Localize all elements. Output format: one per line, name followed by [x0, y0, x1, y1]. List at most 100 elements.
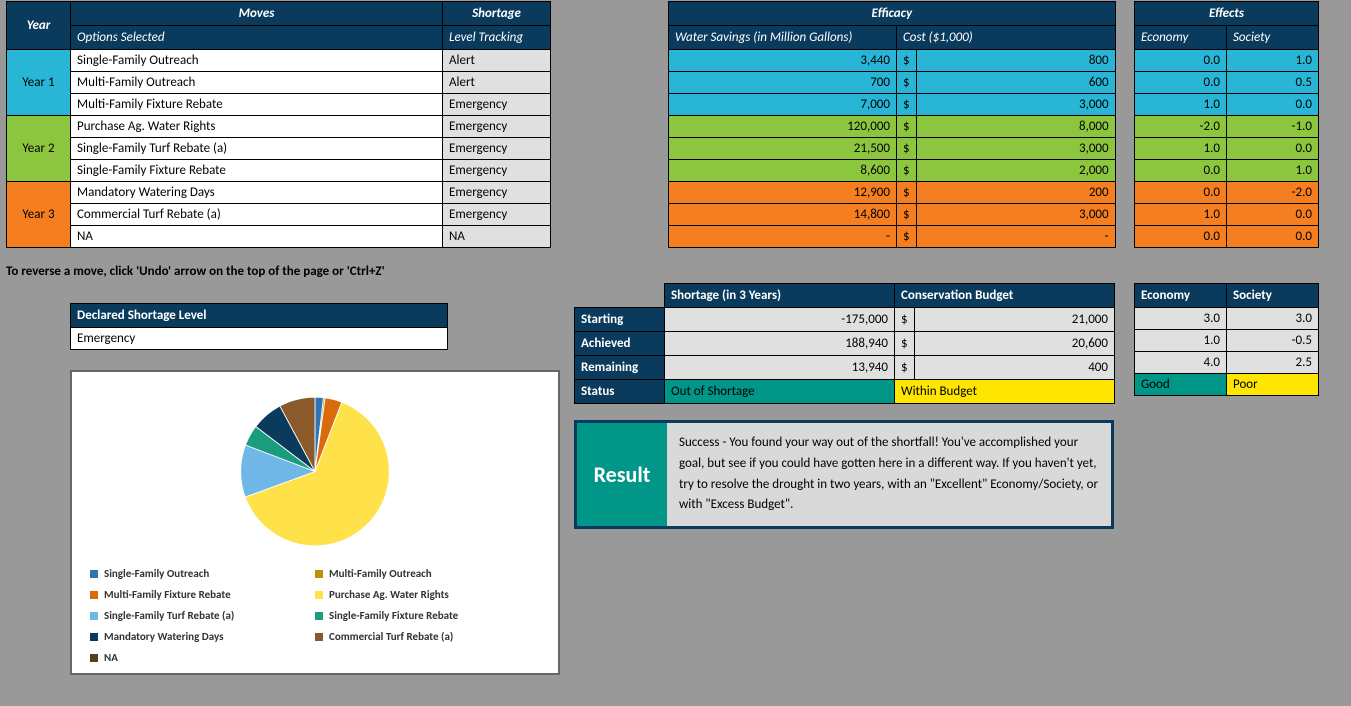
legend-item: Mandatory Watering Days — [90, 630, 315, 643]
econ-cell: -2.0 — [1135, 116, 1227, 138]
pie-svg — [225, 384, 405, 559]
starting-shortage: -175,000 — [665, 308, 895, 332]
legend-item: Multi-Family Fixture Rebate — [90, 588, 315, 601]
legend-label: Mandatory Watering Days — [104, 630, 223, 643]
year-label: Year 1 — [7, 50, 71, 116]
water-savings-header: Water Savings (in Million Gallons) — [669, 26, 897, 50]
dollar-sign: $ — [895, 308, 915, 332]
achieved-label: Achieved — [575, 332, 665, 356]
savings-cell: 8,600 — [669, 160, 897, 182]
option-cell: NA — [71, 226, 443, 248]
dollar-sign: $ — [897, 116, 917, 138]
legend-label: Commercial Turf Rebate (a) — [329, 630, 453, 643]
econ-society-summary: Economy Society 3.0 3.0 1.0 -0.5 4.0 2.5… — [1134, 283, 1319, 396]
tracking-cell: Emergency — [443, 138, 551, 160]
option-cell: Single-Family Turf Rebate (a) — [71, 138, 443, 160]
dollar-sign: $ — [897, 94, 917, 116]
moves-header: Moves — [71, 2, 443, 26]
legend-item: Single-Family Turf Rebate (a) — [90, 609, 315, 622]
legend-label: Single-Family Turf Rebate (a) — [104, 609, 234, 622]
soc-cell: 0.0 — [1227, 138, 1319, 160]
effects-header: Effects — [1135, 2, 1319, 26]
econ-cell: 0.0 — [1135, 50, 1227, 72]
cost-cell: 200 — [916, 182, 1115, 204]
dollar-sign: $ — [895, 332, 915, 356]
options-selected-header: Options Selected — [71, 26, 443, 50]
result-box: Result Success - You found your way out … — [574, 420, 1114, 529]
remaining-shortage: 13,940 — [665, 356, 895, 380]
dollar-sign: $ — [897, 50, 917, 72]
year-label: Year 2 — [7, 116, 71, 182]
tracking-cell: Emergency — [443, 204, 551, 226]
tracking-cell: Alert — [443, 72, 551, 94]
budget-header: Conservation Budget — [895, 284, 1115, 308]
declared-shortage-label: Declared Shortage Level — [71, 304, 448, 328]
effects-table: Effects Economy Society 0.01.00.00.51.00… — [1134, 1, 1319, 248]
soc-cell: -2.0 — [1227, 182, 1319, 204]
remaining-budget: 400 — [914, 356, 1114, 380]
economy-header: Economy — [1135, 26, 1227, 50]
moves-table: Year Moves Shortage Options Selected Lev… — [6, 1, 551, 248]
econ-remaining: 4.0 — [1135, 352, 1227, 374]
legend-swatch — [90, 633, 98, 641]
legend-swatch — [315, 591, 323, 599]
legend-swatch — [90, 570, 98, 578]
savings-cell: - — [669, 226, 897, 248]
society-header: Society — [1227, 26, 1319, 50]
option-cell: Commercial Turf Rebate (a) — [71, 204, 443, 226]
soc-cell: -1.0 — [1227, 116, 1319, 138]
econ-cell: 0.0 — [1135, 182, 1227, 204]
option-cell: Single-Family Outreach — [71, 50, 443, 72]
declared-shortage-block: Declared Shortage Level Emergency — [70, 303, 448, 350]
legend-swatch — [315, 570, 323, 578]
dollar-sign: $ — [897, 182, 917, 204]
dollar-sign: $ — [897, 226, 917, 248]
econ-cell: 1.0 — [1135, 94, 1227, 116]
society-sum-header: Society — [1227, 284, 1319, 308]
shortage-3yr-header: Shortage (in 3 Years) — [665, 284, 895, 308]
economy-sum-header: Economy — [1135, 284, 1227, 308]
cost-cell: 2,000 — [916, 160, 1115, 182]
savings-cell: 12,900 — [669, 182, 897, 204]
remaining-label: Remaining — [575, 356, 665, 380]
cost-header: Cost ($1,000) — [897, 26, 1116, 50]
cost-cell: 3,000 — [916, 94, 1115, 116]
year-label: Year 3 — [7, 182, 71, 248]
legend-swatch — [315, 612, 323, 620]
option-cell: Purchase Ag. Water Rights — [71, 116, 443, 138]
savings-cell: 3,440 — [669, 50, 897, 72]
econ-cell: 0.0 — [1135, 226, 1227, 248]
econ-starting: 3.0 — [1135, 308, 1227, 330]
legend-item: Commercial Turf Rebate (a) — [315, 630, 540, 643]
econ-status: Good — [1135, 374, 1227, 396]
legend-swatch — [90, 612, 98, 620]
econ-cell: 1.0 — [1135, 204, 1227, 226]
year-header: Year — [7, 2, 71, 50]
efficacy-table: Efficacy Water Savings (in Million Gallo… — [668, 1, 1116, 248]
tracking-cell: Alert — [443, 50, 551, 72]
soc-cell: 0.0 — [1227, 204, 1319, 226]
legend-label: Single-Family Fixture Rebate — [329, 609, 458, 622]
status-label: Status — [575, 380, 665, 404]
option-cell: Multi-Family Outreach — [71, 72, 443, 94]
level-tracking-header: Level Tracking — [443, 26, 551, 50]
declared-shortage-value: Emergency — [71, 328, 448, 350]
status-budget: Within Budget — [895, 380, 1115, 404]
savings-cell: 14,800 — [669, 204, 897, 226]
cost-cell: - — [916, 226, 1115, 248]
tracking-cell: Emergency — [443, 94, 551, 116]
cost-cell: 8,000 — [916, 116, 1115, 138]
tracking-cell: Emergency — [443, 160, 551, 182]
result-label: Result — [577, 423, 667, 526]
legend-item: Multi-Family Outreach — [315, 567, 540, 580]
soc-cell: 0.0 — [1227, 94, 1319, 116]
legend-swatch — [315, 633, 323, 641]
cost-cell: 600 — [916, 72, 1115, 94]
savings-cell: 7,000 — [669, 94, 897, 116]
savings-cell: 21,500 — [669, 138, 897, 160]
starting-label: Starting — [575, 308, 665, 332]
pie-chart: Single-Family OutreachMulti-Family Outre… — [70, 370, 560, 675]
tracking-cell: Emergency — [443, 182, 551, 204]
soc-starting: 3.0 — [1227, 308, 1319, 330]
dollar-sign: $ — [897, 138, 917, 160]
